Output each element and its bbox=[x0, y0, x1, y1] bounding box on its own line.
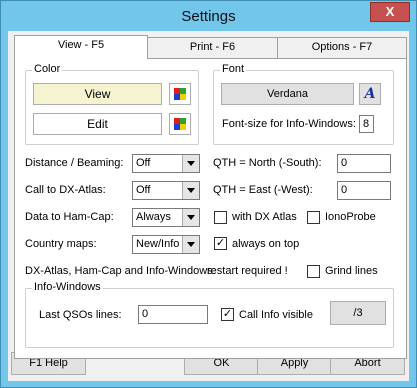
color-palette-icon bbox=[174, 118, 186, 130]
checkmark-icon: ✓ bbox=[215, 237, 226, 249]
color-palette-icon bbox=[174, 88, 186, 100]
font-select-button[interactable]: Verdana bbox=[221, 83, 354, 105]
font-size-value: 8 bbox=[363, 118, 370, 130]
font-size-label: Font-size for Info-Windows: bbox=[222, 118, 356, 130]
qth-north-input[interactable]: 0 bbox=[337, 154, 391, 173]
tab-panel-view: Color View Edit Font Verdana A Font-size… bbox=[14, 58, 407, 359]
last-qsos-input[interactable]: 0 bbox=[138, 305, 208, 324]
distance-beaming-label: Distance / Beaming: bbox=[25, 157, 124, 169]
font-size-input[interactable]: 8 bbox=[359, 115, 374, 133]
ionoprobe-label: IonoProbe bbox=[325, 211, 376, 223]
font-group-label: Font bbox=[220, 63, 247, 75]
data-hamcap-select[interactable]: Always bbox=[132, 208, 200, 227]
always-on-top-checkbox[interactable]: ✓ bbox=[214, 237, 227, 250]
chevron-down-icon[interactable] bbox=[182, 182, 199, 199]
call-dxatlas-select[interactable]: Off bbox=[132, 181, 200, 200]
country-maps-value: New/Info bbox=[136, 238, 180, 250]
title-bar[interactable]: Settings X bbox=[1, 1, 416, 31]
data-hamcap-label: Data to Ham-Cap: bbox=[25, 211, 114, 223]
country-maps-select[interactable]: New/Info bbox=[132, 235, 200, 254]
view-color-button[interactable]: View bbox=[33, 83, 162, 105]
call-info-visible-checkbox[interactable]: ✓ bbox=[221, 308, 234, 321]
close-icon: X bbox=[385, 4, 395, 19]
slash3-label: /3 bbox=[353, 307, 363, 319]
ionoprobe-checkbox[interactable] bbox=[307, 211, 320, 224]
grind-lines-checkbox[interactable] bbox=[307, 265, 320, 278]
font-group: Font Verdana A Font-size for Info-Window… bbox=[213, 63, 394, 145]
edit-color-button[interactable]: Edit bbox=[33, 113, 162, 135]
info-windows-group: Info-Windows Last QSOs lines: 0 ✓ Call I… bbox=[25, 281, 394, 348]
chevron-down-icon[interactable] bbox=[182, 155, 199, 172]
last-qsos-value: 0 bbox=[142, 308, 149, 320]
call-dxatlas-label: Call to DX-Atlas: bbox=[25, 184, 106, 196]
info-windows-group-label: Info-Windows bbox=[32, 281, 103, 293]
tab-options[interactable]: Options - F7 bbox=[277, 37, 407, 58]
window-title: Settings bbox=[181, 8, 236, 25]
call-dxatlas-value: Off bbox=[136, 184, 151, 196]
tab-print-label: Print - F6 bbox=[189, 41, 236, 53]
edit-color-label: Edit bbox=[87, 117, 108, 131]
dialog-client: View - F5 Print - F6 Options - F7 Color … bbox=[8, 31, 409, 381]
tab-view-label: View - F5 bbox=[57, 39, 105, 51]
restart-required-text: restart required ! bbox=[207, 265, 288, 277]
qth-north-value: 0 bbox=[341, 157, 348, 169]
chevron-down-icon[interactable] bbox=[182, 236, 199, 253]
qth-north-label: QTH = North (-South): bbox=[213, 157, 322, 169]
grind-lines-label: Grind lines bbox=[325, 265, 378, 277]
settings-window: Settings X View - F5 Print - F6 Options … bbox=[0, 0, 417, 388]
data-hamcap-value: Always bbox=[136, 211, 171, 223]
font-a-icon: A bbox=[364, 86, 376, 102]
checkmark-icon: ✓ bbox=[222, 308, 233, 320]
tab-print[interactable]: Print - F6 bbox=[147, 37, 278, 58]
color-group-label: Color bbox=[32, 63, 63, 75]
qth-east-value: 0 bbox=[341, 184, 348, 196]
font-style-button[interactable]: A bbox=[359, 83, 381, 105]
with-dxatlas-label: with DX Atlas bbox=[232, 211, 297, 223]
qth-east-input[interactable]: 0 bbox=[337, 181, 391, 200]
chevron-down-icon[interactable] bbox=[182, 209, 199, 226]
always-on-top-label: always on top bbox=[232, 238, 300, 250]
close-button[interactable]: X bbox=[370, 2, 410, 22]
distance-beaming-value: Off bbox=[136, 157, 151, 169]
view-color-label: View bbox=[84, 87, 111, 101]
view-color-picker-button[interactable] bbox=[169, 83, 191, 105]
distance-beaming-select[interactable]: Off bbox=[132, 154, 200, 173]
slash3-button[interactable]: /3 bbox=[330, 301, 386, 325]
restart-notice-text: DX-Atlas, Ham-Cap and Info-Windows: bbox=[25, 265, 216, 277]
call-info-visible-label: Call Info visible bbox=[239, 309, 313, 321]
edit-color-picker-button[interactable] bbox=[169, 113, 191, 135]
with-dxatlas-checkbox[interactable] bbox=[214, 211, 227, 224]
qth-east-label: QTH = East (-West): bbox=[213, 184, 313, 196]
tab-options-label: Options - F7 bbox=[311, 41, 373, 53]
font-name-label: Verdana bbox=[267, 88, 308, 100]
tab-view[interactable]: View - F5 bbox=[14, 35, 148, 59]
color-group: Color View Edit bbox=[25, 63, 199, 145]
country-maps-label: Country maps: bbox=[25, 238, 97, 250]
last-qsos-label: Last QSOs lines: bbox=[39, 309, 122, 321]
